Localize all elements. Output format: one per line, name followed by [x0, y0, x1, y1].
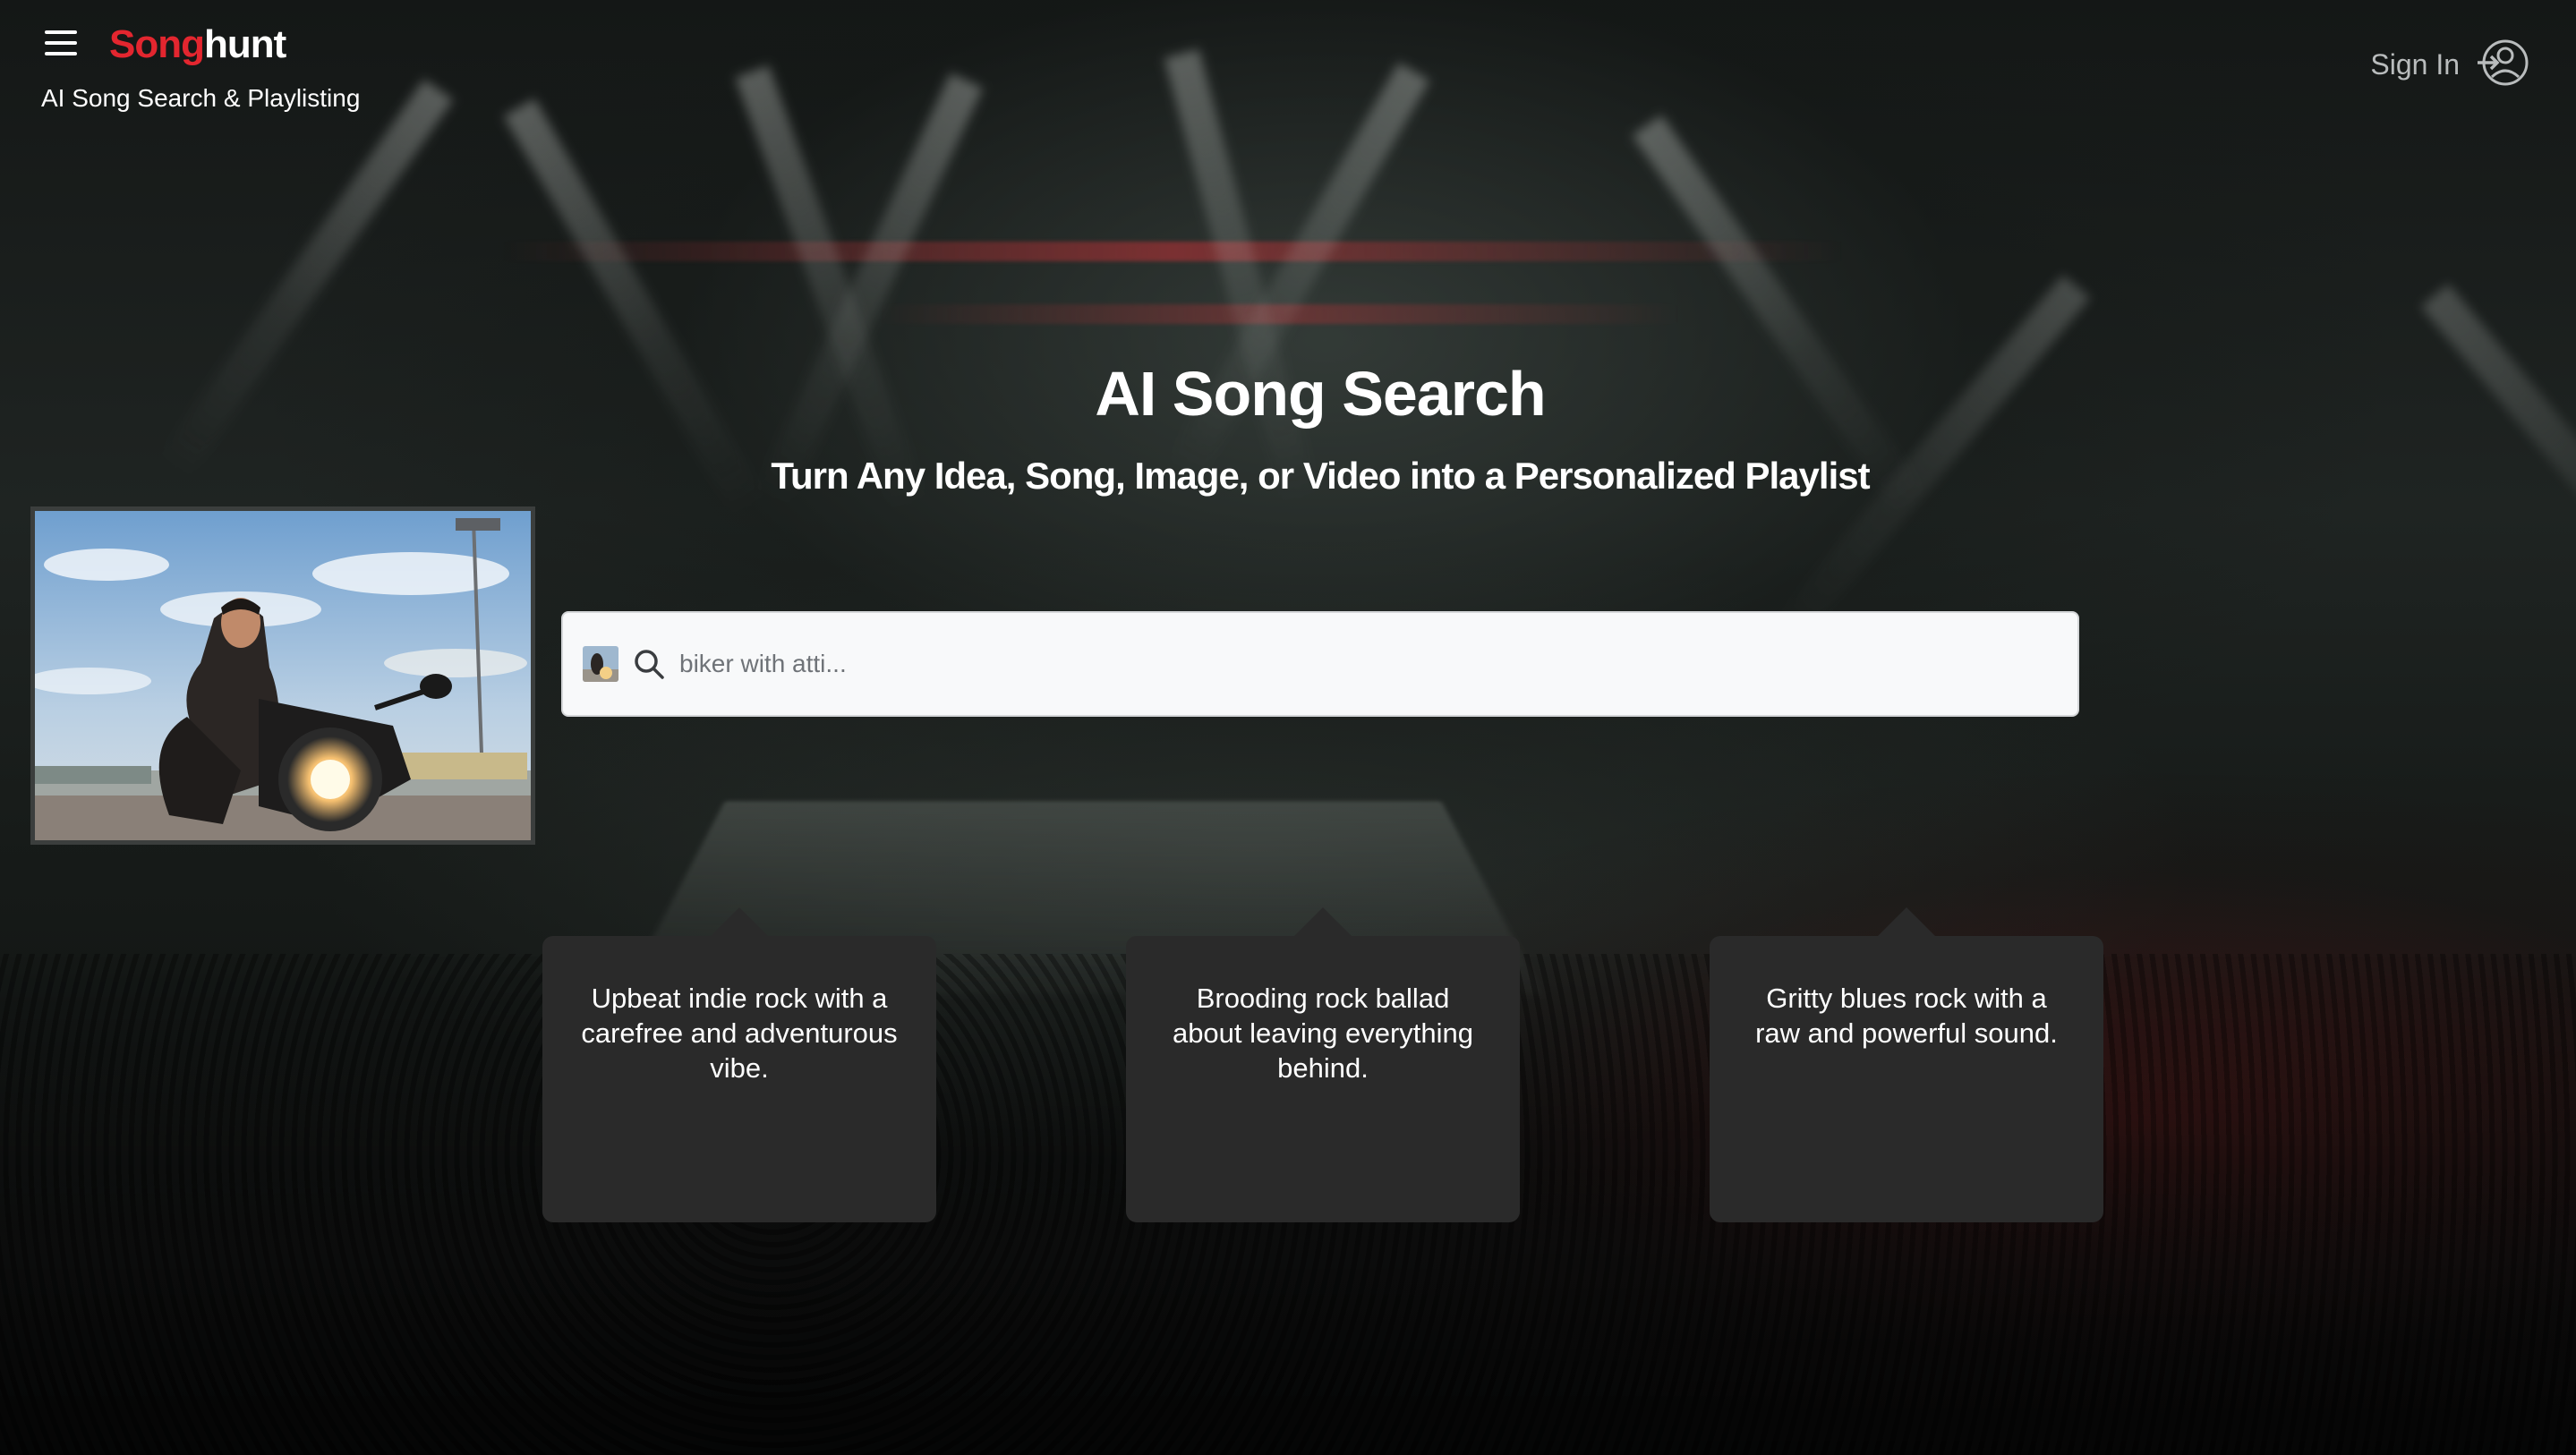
- user-sign-in-icon: [2476, 38, 2531, 92]
- tagline: AI Song Search & Playlisting: [41, 84, 361, 112]
- logo-text-hunt: hunt: [203, 22, 286, 66]
- suggestion-text: Gritty blues rock with a raw and powerfu…: [1755, 983, 2058, 1049]
- sign-in-label: Sign In: [2370, 48, 2460, 81]
- page-title: AI Song Search: [1095, 359, 1546, 429]
- search-icon: [633, 648, 665, 685]
- search-image-thumbnail[interactable]: [583, 646, 618, 682]
- suggestion-text: Upbeat indie rock with a carefree and ad…: [581, 983, 898, 1084]
- biker-photo-image: [35, 511, 531, 840]
- suggestion-card[interactable]: Gritty blues rock with a raw and powerfu…: [1710, 907, 2103, 1222]
- app-root: Songhunt AI Song Search & Playlisting Si…: [0, 0, 2576, 1455]
- page-subtitle: Turn Any Idea, Song, Image, or Video int…: [771, 455, 1870, 497]
- search-bar[interactable]: [561, 611, 2079, 717]
- suggestion-card[interactable]: Brooding rock ballad about leaving every…: [1126, 907, 1520, 1222]
- search-input[interactable]: [678, 649, 2024, 679]
- suggestion-text: Brooding rock ballad about leaving every…: [1172, 983, 1474, 1084]
- hamburger-menu-icon[interactable]: [45, 30, 77, 57]
- logo-text-song: Song: [109, 22, 205, 66]
- suggestion-card[interactable]: Upbeat indie rock with a carefree and ad…: [542, 907, 936, 1222]
- light-beam: [735, 65, 928, 515]
- uploaded-image-preview[interactable]: [30, 506, 535, 845]
- stage-truss-light: [501, 242, 1844, 261]
- songhunt-logo[interactable]: Songhunt: [109, 20, 286, 70]
- sign-in-button[interactable]: Sign In: [2370, 38, 2531, 92]
